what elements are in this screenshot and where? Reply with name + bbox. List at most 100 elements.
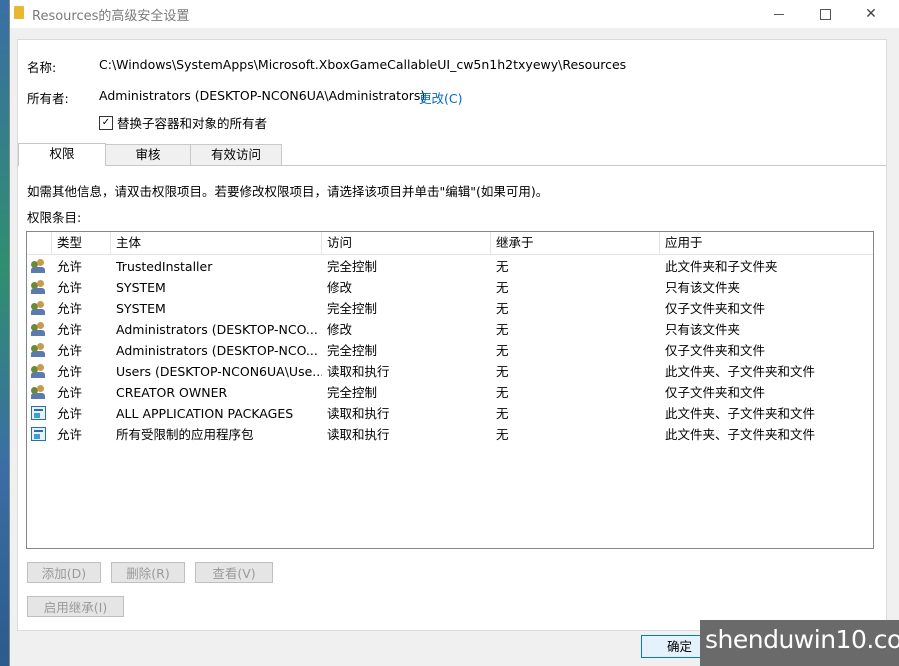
cell-applies-to: 只有该文件夹 xyxy=(665,280,741,295)
users-icon xyxy=(31,322,46,336)
users-icon xyxy=(31,301,46,315)
cell-applies-to: 此文件夹、子文件夹和文件 xyxy=(665,364,816,379)
permission-entries-label: 权限条目: xyxy=(27,210,82,225)
cell-type: 允许 xyxy=(57,427,83,442)
permission-entries-list[interactable]: 类型 主体 访问 继承于 应用于 允许 TrustedInstaller 完全控制无… xyxy=(26,231,874,549)
desktop-background-strip xyxy=(0,0,9,666)
cell-access: 修改 xyxy=(327,322,353,337)
cell-access: 完全控制 xyxy=(327,301,378,316)
table-row[interactable]: 允许 Administrators (DESKTOP-NCO... 完全控制 无 仅子文… xyxy=(27,340,873,361)
replace-owner-checkbox[interactable]: ✓ xyxy=(99,115,113,130)
header-principal[interactable]: 主体 xyxy=(111,232,322,254)
header-applies-to[interactable]: 应用于 xyxy=(660,232,873,254)
users-icon xyxy=(31,343,46,357)
maximize-button[interactable] xyxy=(802,0,848,28)
cell-access: 完全控制 xyxy=(327,259,378,274)
cell-access: 读取和执行 xyxy=(327,364,390,379)
cell-type: 允许 xyxy=(57,343,83,358)
cell-access: 读取和执行 xyxy=(327,406,390,421)
cell-inherited-from: 无 xyxy=(496,343,509,358)
cell-inherited-from: 无 xyxy=(496,301,509,316)
enable-inheritance-button[interactable]: 启用继承(I) xyxy=(27,596,124,617)
cell-principal: CREATOR OWNER xyxy=(116,385,228,400)
table-row[interactable]: 允许 ALL APPLICATION PACKAGES 读取和执行 无 此文件夹、子文件… xyxy=(27,403,873,424)
maximize-icon xyxy=(819,8,831,20)
table-row[interactable]: 允许 Users (DESKTOP-NCON6UA\Use... 读取和执行 无 此文件… xyxy=(27,361,873,382)
cell-access: 修改 xyxy=(327,280,353,295)
close-icon: ✕ xyxy=(865,6,877,22)
cell-access: 完全控制 xyxy=(327,343,378,358)
cell-applies-to: 此文件夹和子文件夹 xyxy=(665,259,778,274)
window-title: Resources的高级安全设置 xyxy=(32,9,190,24)
cell-principal: ALL APPLICATION PACKAGES xyxy=(116,406,294,421)
cell-inherited-from: 无 xyxy=(496,406,509,421)
cell-inherited-from: 无 xyxy=(496,280,509,295)
close-button[interactable]: ✕ xyxy=(848,0,894,28)
cell-applies-to: 仅子文件夹和文件 xyxy=(665,385,766,400)
cell-inherited-from: 无 xyxy=(496,364,509,379)
cell-type: 允许 xyxy=(57,259,83,274)
minimize-icon xyxy=(774,13,784,15)
table-row[interactable]: 允许 SYSTEM 修改 无 只有该文件夹 xyxy=(27,277,873,298)
cell-applies-to: 此文件夹、子文件夹和文件 xyxy=(665,427,816,442)
tab-divider xyxy=(18,165,886,166)
package-icon xyxy=(31,406,46,420)
tab-effective-access[interactable]: 有效访问 xyxy=(190,144,282,165)
cell-principal: SYSTEM xyxy=(116,280,166,295)
cell-applies-to: 只有该文件夹 xyxy=(665,322,741,337)
cell-principal: Users (DESKTOP-NCON6UA\Use... xyxy=(116,364,322,379)
cell-principal: 所有受限制的应用程序包 xyxy=(116,427,254,442)
package-icon xyxy=(31,427,46,441)
tab-auditing[interactable]: 审核 xyxy=(104,144,192,165)
owner-label: 所有者: xyxy=(27,91,69,106)
change-owner-link[interactable]: 更改(C) xyxy=(419,88,462,107)
cell-type: 允许 xyxy=(57,406,83,421)
owner-value: Administrators (DESKTOP-NCON6UA\Administ… xyxy=(99,88,426,103)
header-inherited-from[interactable]: 继承于 xyxy=(491,232,660,254)
table-row[interactable]: 允许 TrustedInstaller 完全控制 无 此文件夹和子文件夹 xyxy=(27,256,873,277)
cell-applies-to: 仅子文件夹和文件 xyxy=(665,301,766,316)
cell-access: 完全控制 xyxy=(327,385,378,400)
users-icon xyxy=(31,259,46,273)
table-row[interactable]: 允许 Administrators (DESKTOP-NCO... 修改 无 只有该文件… xyxy=(27,319,873,340)
cell-inherited-from: 无 xyxy=(496,427,509,442)
users-icon xyxy=(31,385,46,399)
title-bar[interactable]: Resources的高级安全设置 ✕ xyxy=(10,0,899,28)
header-access[interactable]: 访问 xyxy=(322,232,491,254)
replace-owner-label: 替换子容器和对象的所有者 xyxy=(117,116,268,131)
content-panel: 名称: C:\Windows\SystemApps\Microsoft.Xbox… xyxy=(17,39,887,631)
cell-principal: TrustedInstaller xyxy=(116,259,213,274)
tab-permissions[interactable]: 权限 xyxy=(18,143,106,166)
cell-type: 允许 xyxy=(57,322,83,337)
header-type[interactable]: 类型 xyxy=(52,232,111,254)
cell-principal: Administrators (DESKTOP-NCO... xyxy=(116,343,318,358)
remove-button[interactable]: 删除(R) xyxy=(111,562,185,583)
cell-applies-to: 此文件夹、子文件夹和文件 xyxy=(665,406,816,421)
cell-type: 允许 xyxy=(57,280,83,295)
name-label: 名称: xyxy=(27,60,57,75)
table-row[interactable]: 允许 CREATOR OWNER 完全控制 无 仅子文件夹和文件 xyxy=(27,382,873,403)
cell-inherited-from: 无 xyxy=(496,385,509,400)
name-value: C:\Windows\SystemApps\Microsoft.XboxGame… xyxy=(99,57,627,72)
add-button[interactable]: 添加(D) xyxy=(27,562,101,583)
cell-inherited-from: 无 xyxy=(496,322,509,337)
cell-inherited-from: 无 xyxy=(496,259,509,274)
cell-principal: SYSTEM xyxy=(116,301,166,316)
list-header: 类型 主体 访问 继承于 应用于 xyxy=(27,232,873,255)
minimize-button[interactable] xyxy=(756,0,802,28)
cell-type: 允许 xyxy=(57,364,83,379)
cell-principal: Administrators (DESKTOP-NCO... xyxy=(116,322,318,337)
info-text: 如需其他信息，请双击权限项目。若要修改权限项目，请选择该项目并单击"编辑"(如果… xyxy=(27,184,549,199)
table-row[interactable]: 允许 所有受限制的应用程序包 读取和执行 无 此文件夹、子文件夹和文件 xyxy=(27,424,873,445)
users-icon xyxy=(31,280,46,294)
cell-applies-to: 仅子文件夹和文件 xyxy=(665,343,766,358)
cell-type: 允许 xyxy=(57,385,83,400)
table-row[interactable]: 允许 SYSTEM 完全控制 无 仅子文件夹和文件 xyxy=(27,298,873,319)
replace-owner-option[interactable]: ✓ 替换子容器和对象的所有者 xyxy=(99,113,267,132)
folder-icon xyxy=(14,6,24,19)
view-button[interactable]: 查看(V) xyxy=(195,562,273,583)
advanced-security-settings-window: Resources的高级安全设置 ✕ 名称: C:\Windows\System… xyxy=(9,0,899,666)
users-icon xyxy=(31,364,46,378)
cell-access: 读取和执行 xyxy=(327,427,390,442)
site-watermark: shenduwin10.com xyxy=(700,620,899,666)
